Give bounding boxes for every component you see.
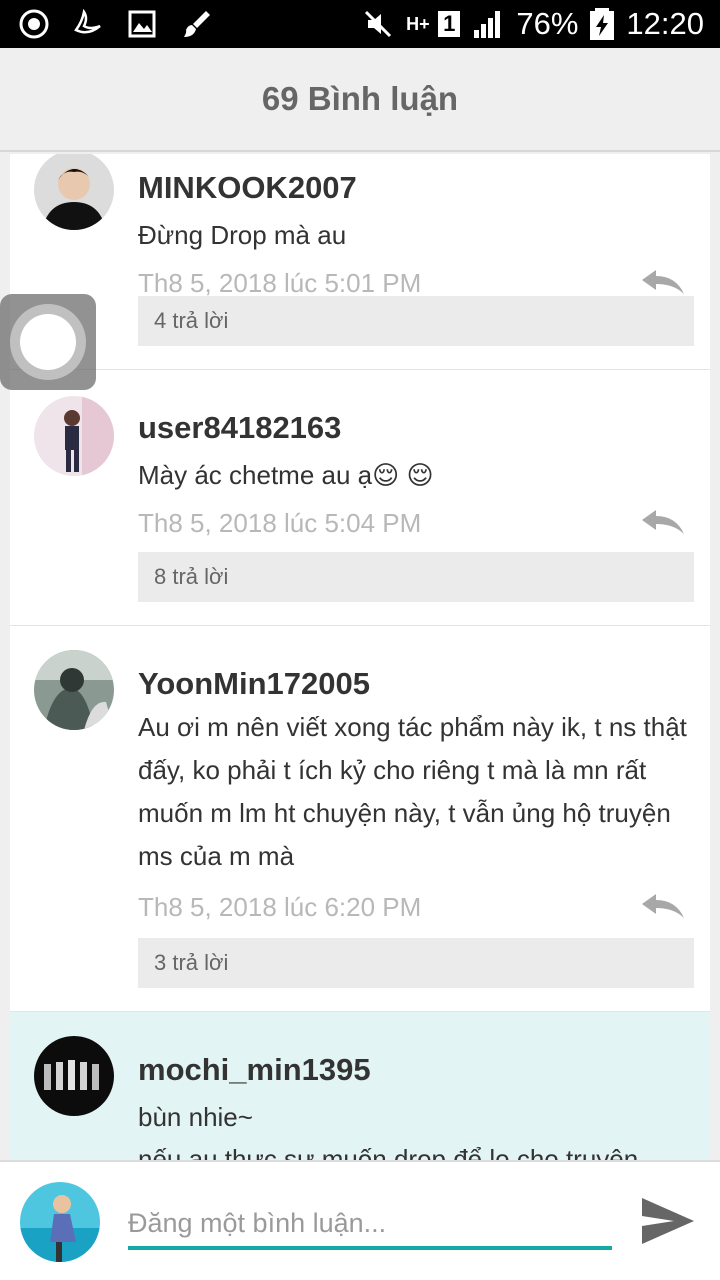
comment-item: user84182163 Mày ác chetme au ạ😌 😌 Th8 5…	[10, 370, 710, 626]
bird-app-icon	[74, 8, 101, 34]
view-replies-button[interactable]: 3 trả lời	[138, 938, 694, 988]
avatar[interactable]	[34, 650, 114, 730]
view-replies-button[interactable]: 4 trả lời	[138, 296, 694, 346]
mute-icon	[365, 10, 392, 38]
comment-time: Th8 5, 2018 lúc 5:04 PM	[138, 508, 422, 538]
comment-username[interactable]: user84182163	[138, 410, 341, 446]
current-user-avatar[interactable]	[20, 1182, 100, 1262]
comment-time: Th8 5, 2018 lúc 5:01 PM	[138, 268, 422, 298]
avatar[interactable]	[34, 154, 114, 230]
assistive-touch-button[interactable]	[0, 294, 96, 390]
send-icon[interactable]	[640, 1194, 696, 1248]
comment-username[interactable]: MINKOOK2007	[138, 170, 357, 206]
comment-list[interactable]: MINKOOK2007 Đừng Drop mà au Th8 5, 2018 …	[10, 154, 710, 1160]
battery-percent: 76%	[516, 6, 579, 41]
avatar[interactable]	[34, 1036, 114, 1116]
comment-text: Đừng Drop mà au	[138, 220, 347, 250]
reply-icon[interactable]	[640, 268, 686, 296]
sim-indicator: 1	[438, 11, 461, 37]
view-replies-button[interactable]: 8 trả lời	[138, 552, 694, 602]
comment-username[interactable]: mochi_min1395	[138, 1052, 371, 1088]
comment-item-highlighted: mochi_min1395 bùn nhie~ nếu au thực sự m…	[10, 1012, 710, 1160]
reply-icon[interactable]	[640, 892, 686, 920]
reply-icon[interactable]	[640, 508, 686, 536]
gallery-icon	[128, 10, 156, 38]
assistive-ring	[10, 304, 86, 380]
comment-input[interactable]	[128, 1200, 612, 1250]
comment-text: Au ơi m nên viết xong tác phẩm này ik, t…	[138, 712, 687, 871]
comment-time: Th8 5, 2018 lúc 6:20 PM	[138, 892, 422, 922]
media-play-icon	[19, 9, 49, 39]
comment-text-line2: nếu au thực sự muốn drop để lo cho truyệ…	[138, 1144, 639, 1160]
network-type: H+	[406, 14, 430, 34]
battery-charging-icon	[590, 8, 615, 40]
comment-text: bùn nhie~	[138, 1102, 253, 1132]
comment-text: Mày ác chetme au ạ😌 😌	[138, 460, 434, 490]
page-header: 69 Bình luận	[0, 48, 720, 152]
clock: 12:20	[626, 6, 704, 41]
avatar[interactable]	[34, 396, 114, 476]
page-title: 69 Bình luận	[261, 80, 459, 117]
signal-icon	[474, 11, 501, 38]
comment-item: MINKOOK2007 Đừng Drop mà au Th8 5, 2018 …	[10, 154, 710, 370]
assistive-dot	[20, 314, 76, 370]
comment-username[interactable]: YoonMin172005	[138, 666, 370, 702]
comment-item: YoonMin172005 Au ơi m nên viết xong tác …	[10, 626, 710, 1012]
comment-composer	[0, 1160, 720, 1280]
brush-icon	[184, 11, 210, 37]
status-bar: H+ 1 76% 12:20	[0, 0, 720, 48]
